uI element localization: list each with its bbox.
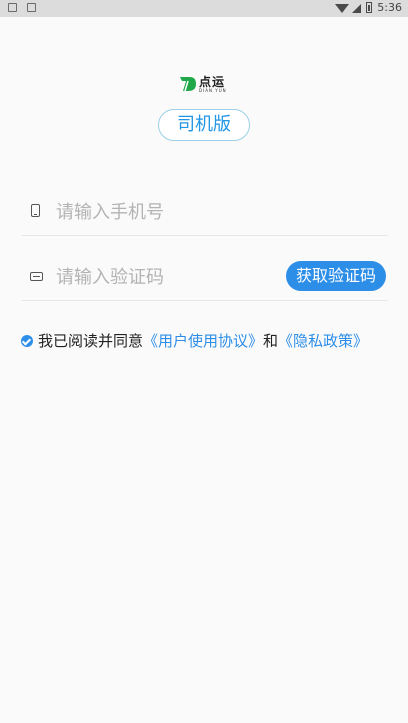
status-time: 5:36 [377, 1, 402, 14]
app-logo: 点运 DIAN YUN [178, 73, 234, 95]
battery-icon [366, 2, 373, 13]
download-icon [27, 3, 36, 12]
privacy-policy-link[interactable]: 《隐私政策》 [278, 330, 368, 351]
notification-icon [8, 3, 17, 12]
logo-subtext: DIAN YUN [199, 88, 227, 93]
status-bar: 5:36 [0, 0, 408, 17]
phone-input[interactable] [56, 197, 276, 227]
agreement-prefix: 我已阅读并同意 [38, 332, 144, 350]
phone-divider [22, 235, 388, 236]
agreement-conjunction: 和 [263, 332, 279, 350]
get-code-button[interactable]: 获取验证码 [286, 261, 386, 291]
wifi-icon [335, 4, 350, 13]
user-agreement-link[interactable]: 《用户使用协议》 [143, 330, 263, 351]
code-divider [22, 300, 388, 301]
agreement-checkbox[interactable] [21, 334, 33, 347]
agreement-row: 我已阅读并同意 《用户使用协议》 和 《隐私政策》 [21, 330, 368, 351]
signal-icon [352, 4, 362, 13]
logo-d-icon [180, 77, 196, 92]
verification-code-input[interactable] [56, 262, 276, 292]
phone-icon [31, 204, 40, 217]
version-badge: 司机版 [158, 109, 250, 141]
verification-code-icon [30, 272, 43, 281]
